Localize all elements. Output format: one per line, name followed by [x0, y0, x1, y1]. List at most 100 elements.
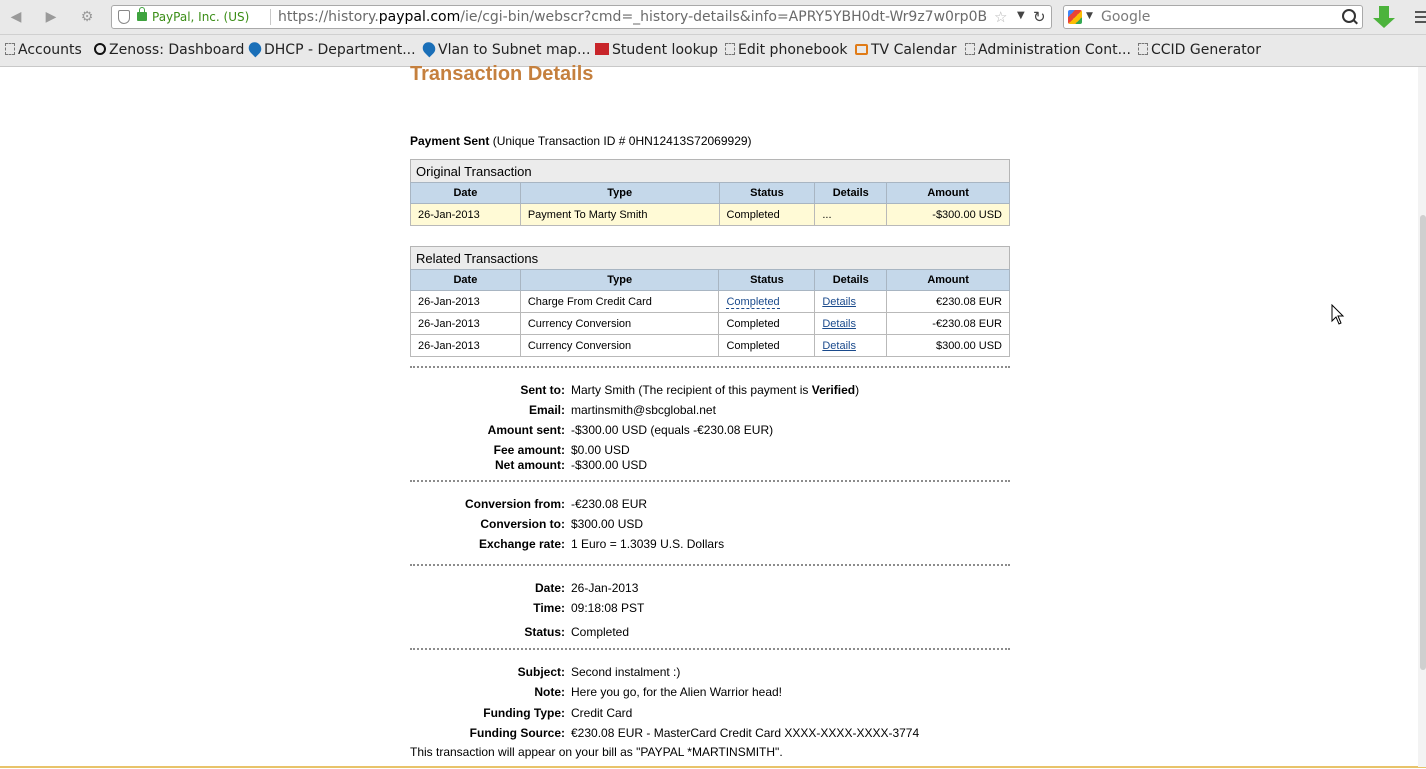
cell-status: Completed — [718, 312, 816, 335]
bookmark-label: Student lookup — [612, 42, 719, 58]
field-value: €230.08 EUR - MasterCard Credit Card XXX… — [571, 726, 920, 740]
bookmark-label: Administration Cont... — [978, 42, 1131, 58]
status-link[interactable]: Completed — [726, 295, 780, 309]
field-value: $0.00 USD — [571, 443, 630, 457]
field-value: Completed — [571, 625, 630, 639]
table-caption: Original Transaction — [410, 159, 1010, 182]
column-header: Status — [718, 269, 816, 291]
recipient-text: Marty Smith (The recipient of this payme… — [571, 383, 812, 397]
site-identity[interactable]: PayPal, Inc. (US) — [152, 10, 249, 24]
red-square-icon — [595, 43, 609, 55]
dotted-divider — [410, 564, 1010, 566]
bookmark-ccid-generator[interactable]: CCID Generator — [1138, 42, 1261, 58]
column-header: Amount — [886, 269, 1010, 291]
table-caption: Related Transactions — [410, 246, 1010, 269]
field-label: Conversion to: — [480, 517, 565, 531]
cell-type: Charge From Credit Card — [519, 290, 720, 313]
reload-icon[interactable]: ↻ — [1033, 8, 1046, 26]
google-engine-icon[interactable] — [1068, 10, 1082, 24]
bookmark-zenoss[interactable]: Zenoss: Dashboard — [94, 42, 244, 58]
column-header: Type — [519, 269, 720, 291]
field-label: Funding Type: — [483, 706, 565, 720]
field-label: Time: — [533, 601, 565, 615]
url-domain: paypal.com — [378, 9, 461, 25]
recipient-close: ) — [855, 383, 860, 397]
field-label: Note: — [534, 685, 565, 699]
download-arrow-icon[interactable] — [1373, 5, 1395, 29]
cell-status: Completed — [718, 290, 816, 313]
bookmark-label: TV Calendar — [871, 42, 957, 58]
back-arrow-icon[interactable]: ◀ — [5, 7, 27, 27]
related-transactions-table: Related Transactions Date Type Status De… — [410, 246, 1010, 357]
cell-status: Completed — [718, 334, 816, 357]
field-label: Date: — [534, 581, 565, 595]
url-path: /ie/cgi-bin/webscr?cmd=_history-details&… — [460, 9, 988, 25]
field-label: Subject: — [517, 665, 565, 679]
history-dropdown-icon[interactable]: ▼ — [1017, 10, 1025, 21]
field-value: Marty Smith (The recipient of this payme… — [571, 383, 859, 397]
url-bar[interactable]: PayPal, Inc. (US) https://history.paypal… — [111, 5, 1052, 29]
engine-dropdown-icon[interactable]: ▼ — [1086, 11, 1093, 21]
column-header: Details — [814, 269, 888, 291]
url-prefix: https://history. — [278, 9, 379, 25]
dotted-divider — [410, 366, 1010, 368]
bookmark-label: CCID Generator — [1151, 42, 1262, 58]
column-header: Details — [814, 182, 888, 204]
bookmark-dhcp[interactable]: DHCP - Department... — [246, 39, 416, 58]
page-icon — [1138, 43, 1148, 55]
bookmark-label: Edit phonebook — [738, 42, 848, 58]
bookmark-label: Vlan to Subnet map... — [438, 42, 591, 58]
search-bar[interactable]: ▼ Google — [1063, 5, 1363, 29]
bookmark-accounts[interactable]: Accounts — [5, 42, 82, 58]
field-label: Conversion from: — [464, 497, 565, 511]
field-label: Sent to: — [520, 383, 565, 397]
bookmark-edit-phonebook[interactable]: Edit phonebook — [725, 42, 848, 58]
mouse-cursor-icon — [1331, 304, 1345, 325]
cell-amount: -€230.08 EUR — [886, 312, 1010, 335]
page-icon — [965, 43, 975, 55]
details-link[interactable]: Details — [822, 318, 856, 330]
menu-icon[interactable] — [1415, 8, 1426, 26]
cell-amount: $300.00 USD — [886, 334, 1010, 357]
forward-arrow-icon[interactable]: ▶ — [40, 7, 62, 27]
bookmark-vlan[interactable]: Vlan to Subnet map... — [420, 39, 591, 58]
bookmark-administration[interactable]: Administration Cont... — [965, 42, 1131, 58]
page-title: Transaction Details — [410, 63, 594, 85]
bookmarks-toolbar: Accounts Zenoss: Dashboard DHCP - Depart… — [0, 35, 1426, 67]
url-divider — [270, 9, 271, 25]
search-icon[interactable] — [1342, 9, 1356, 23]
billing-note: This transaction will appear on your bil… — [410, 745, 783, 759]
field-value: martinsmith@sbcglobal.net — [571, 403, 716, 417]
field-label: Fee amount: — [493, 443, 565, 457]
original-transaction-table: Original Transaction Date Type Status De… — [410, 159, 1010, 226]
page-icon — [725, 43, 735, 55]
field-value: 26-Jan-2013 — [571, 581, 639, 595]
dotted-divider — [410, 480, 1010, 482]
bookmark-tv-calendar[interactable]: TV Calendar — [855, 42, 957, 58]
column-header: Date — [410, 269, 521, 291]
details-link[interactable]: Details — [822, 296, 856, 308]
url-text[interactable]: https://history.paypal.com/ie/cgi-bin/we… — [278, 9, 988, 25]
search-input[interactable]: Google — [1101, 9, 1150, 25]
bookmark-student-lookup[interactable]: Student lookup — [595, 42, 718, 58]
drupal-icon — [420, 39, 438, 58]
payment-label: Payment Sent — [410, 134, 490, 148]
cell-type: Currency Conversion — [519, 312, 720, 335]
details-link[interactable]: Details — [822, 340, 856, 352]
field-value: -€230.08 EUR — [571, 497, 648, 511]
scrollbar-thumb[interactable] — [1420, 215, 1426, 670]
field-value: -$300.00 USD — [571, 458, 648, 472]
page-icon — [5, 43, 15, 55]
cell-details: Details — [814, 334, 888, 357]
cell-date: 26-Jan-2013 — [410, 312, 521, 335]
field-value: -$300.00 USD (equals -€230.08 EUR) — [571, 423, 774, 437]
zenoss-icon — [94, 43, 106, 55]
identity-icon[interactable]: ⚙ — [76, 7, 98, 27]
bookmark-star-icon[interactable]: ☆ — [994, 8, 1007, 26]
field-value: $300.00 USD — [571, 517, 644, 531]
field-label: Email: — [528, 403, 565, 417]
column-header: Type — [519, 182, 720, 204]
field-label: Exchange rate: — [478, 537, 565, 551]
shield-icon — [118, 10, 130, 24]
column-header: Status — [718, 182, 816, 204]
